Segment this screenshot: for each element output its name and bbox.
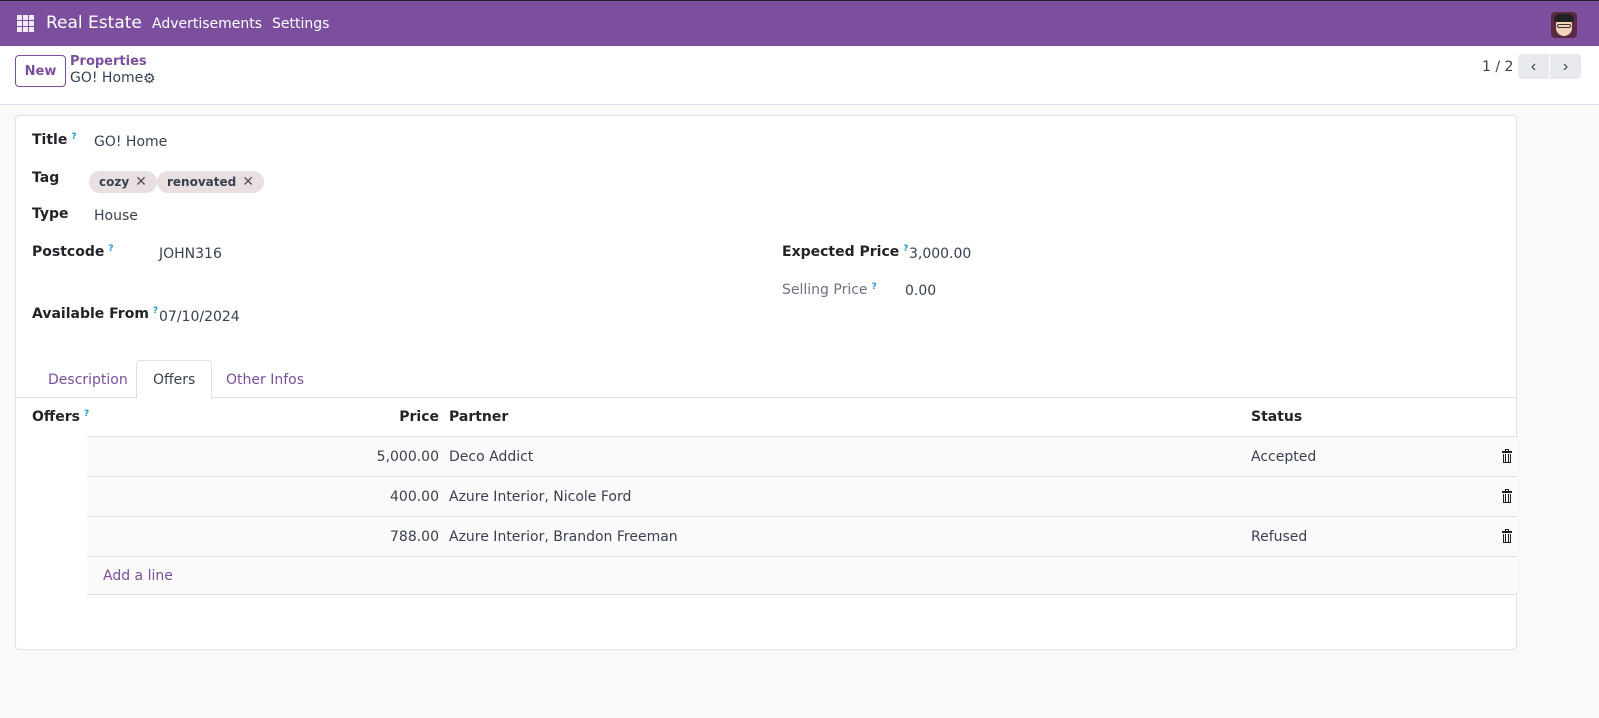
apps-grid-icon[interactable] xyxy=(17,15,34,32)
control-panel: New Properties GO! Home ⚙ 1 / 2 ‹ › xyxy=(0,46,1599,105)
postcode-label-text: Postcode xyxy=(32,244,105,260)
new-button[interactable]: New xyxy=(15,55,66,87)
offer-status: Refused xyxy=(1251,528,1308,545)
notebook-tabs: Description Offers Other Infos xyxy=(16,360,1516,399)
avatar-glasses xyxy=(1557,24,1571,28)
selling-price-value: 0.00 xyxy=(905,283,937,299)
type-label: Type xyxy=(32,206,69,222)
add-a-line-link[interactable]: Add a line xyxy=(103,557,173,594)
delete-row-button[interactable] xyxy=(1502,517,1512,556)
title-field[interactable]: GO! Home xyxy=(94,134,167,150)
tag-name: renovated xyxy=(167,175,237,189)
help-icon[interactable]: ? xyxy=(872,282,877,292)
tab-description[interactable]: Description xyxy=(32,360,144,399)
available-from-label-text: Available From xyxy=(32,306,149,322)
menu-advertisements[interactable]: Advertisements xyxy=(152,16,262,32)
trash-icon xyxy=(1502,489,1512,503)
offer-price: 5,000.00 xyxy=(376,448,439,465)
offer-price: 788.00 xyxy=(390,528,439,545)
table-row[interactable]: 788.00 Azure Interior, Brandon Freeman R… xyxy=(87,517,1517,557)
selling-price-label: Selling Price? xyxy=(782,282,877,298)
offer-partner: Azure Interior, Brandon Freeman xyxy=(449,528,678,545)
tab-offers[interactable]: Offers xyxy=(136,360,213,399)
title-label-text: Title xyxy=(32,132,68,148)
remove-tag-icon[interactable]: ✕ xyxy=(242,174,254,190)
help-icon[interactable]: ? xyxy=(71,132,76,142)
offers-label: Offers? xyxy=(32,409,89,425)
top-navbar: Real Estate Advertisements Settings xyxy=(0,0,1599,46)
pager-previous-button[interactable]: ‹ xyxy=(1518,54,1549,79)
offer-partner: Deco Addict xyxy=(449,448,534,465)
tag-chip: cozy ✕ xyxy=(89,171,157,193)
tag-label: Tag xyxy=(32,170,60,186)
available-from-label: Available From? xyxy=(32,306,158,322)
expected-price-label-text: Expected Price xyxy=(782,244,900,260)
user-avatar[interactable] xyxy=(1551,12,1577,38)
offers-label-text: Offers xyxy=(32,409,80,425)
table-row[interactable]: 5,000.00 Deco Addict Accepted xyxy=(87,437,1517,477)
help-icon[interactable]: ? xyxy=(903,244,908,254)
column-header-partner[interactable]: Partner xyxy=(449,398,508,436)
delete-row-button[interactable] xyxy=(1502,437,1512,476)
avatar-hair xyxy=(1554,14,1574,22)
available-from-field[interactable]: 07/10/2024 xyxy=(159,309,240,325)
trash-icon xyxy=(1502,529,1512,543)
type-field[interactable]: House xyxy=(94,208,138,224)
delete-row-button[interactable] xyxy=(1502,477,1512,516)
tab-other-infos[interactable]: Other Infos xyxy=(210,360,320,399)
chevron-left-icon: ‹ xyxy=(1530,57,1537,75)
pager-value[interactable]: 1 / 2 xyxy=(1482,59,1513,75)
postcode-label: Postcode? xyxy=(32,244,114,260)
help-icon[interactable]: ? xyxy=(108,244,113,254)
chevron-right-icon: › xyxy=(1562,57,1569,75)
pager-next-button[interactable]: › xyxy=(1550,54,1581,79)
column-header-status[interactable]: Status xyxy=(1251,398,1302,436)
breadcrumb-properties[interactable]: Properties xyxy=(70,54,147,69)
expected-price-field[interactable]: 3,000.00 xyxy=(909,246,971,262)
offer-price: 400.00 xyxy=(390,488,439,505)
tag-chip: renovated ✕ xyxy=(157,171,264,193)
offers-table: Price Partner Status 5,000.00 Deco Addic… xyxy=(87,398,1517,595)
app-name[interactable]: Real Estate xyxy=(46,13,142,33)
table-row[interactable]: 400.00 Azure Interior, Nicole Ford xyxy=(87,477,1517,517)
postcode-field[interactable]: JOHN316 xyxy=(159,246,222,262)
tag-name: cozy xyxy=(99,175,130,189)
add-line-row: Add a line xyxy=(87,557,1517,595)
column-header-price[interactable]: Price xyxy=(87,398,439,436)
offer-partner: Azure Interior, Nicole Ford xyxy=(449,488,632,505)
title-label: Title? xyxy=(32,132,77,148)
help-icon[interactable]: ? xyxy=(153,306,158,316)
gear-icon[interactable]: ⚙ xyxy=(143,71,156,87)
remove-tag-icon[interactable]: ✕ xyxy=(135,174,147,190)
expected-price-label: Expected Price? xyxy=(782,244,908,260)
offer-status: Accepted xyxy=(1251,448,1317,465)
menu-settings[interactable]: Settings xyxy=(272,16,329,32)
form-sheet: Title? GO! Home Tag cozy ✕ renovated ✕ T… xyxy=(15,115,1517,650)
trash-icon xyxy=(1502,449,1512,463)
table-header: Price Partner Status xyxy=(87,398,1517,437)
breadcrumb-current-record: GO! Home xyxy=(70,70,144,86)
selling-price-label-text: Selling Price xyxy=(782,282,868,298)
